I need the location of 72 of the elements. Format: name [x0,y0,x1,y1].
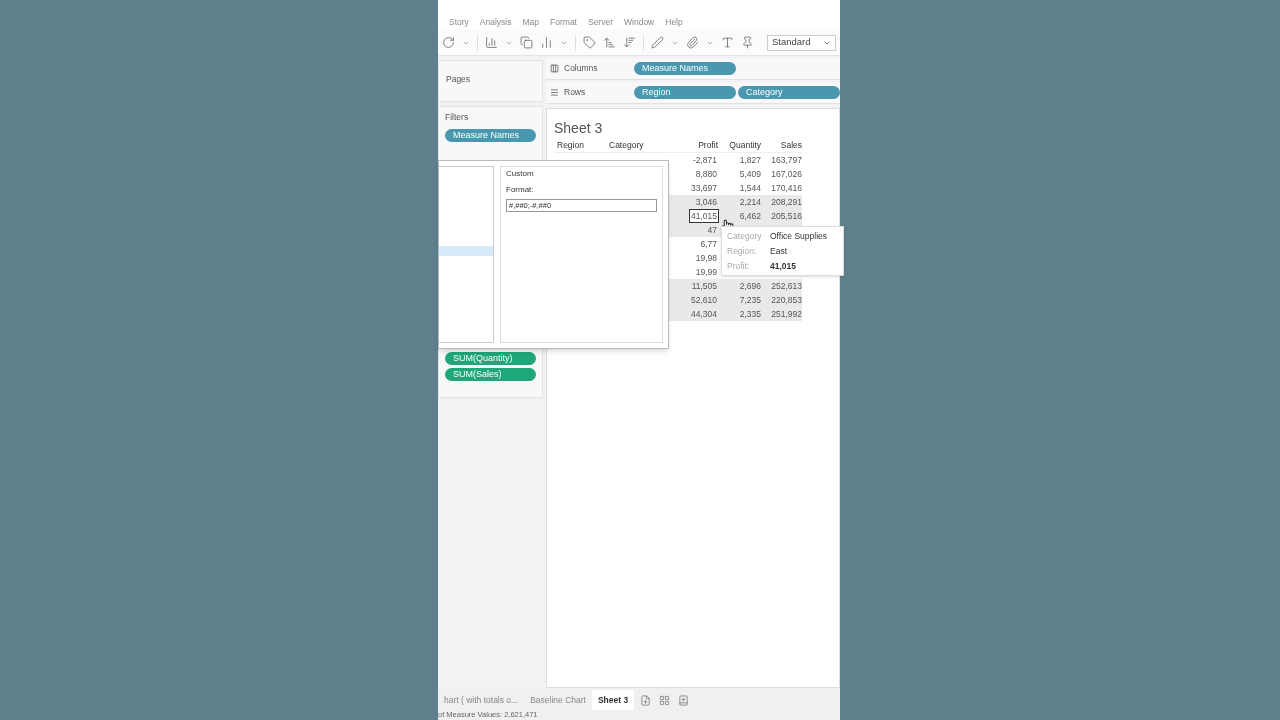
shelf-label: Columns [564,62,598,75]
table-cell[interactable]: 11,505 [689,278,719,294]
table-cell: 1,827 [739,154,761,165]
table-cell[interactable]: 19,98 [693,250,719,266]
tooltip-value: 41,015 [770,259,796,273]
refresh-icon[interactable] [442,36,455,49]
table-cell: 7,235 [739,294,761,305]
field-label: Format: [506,184,535,196]
tooltip-value: Office Supplies [770,230,827,243]
menu-item[interactable]: Story [449,15,469,29]
duplicate-icon[interactable] [520,36,533,49]
tooltip-label: Category [727,230,763,243]
menu-item[interactable]: Help [665,15,683,29]
shelf-label: Rows [564,86,586,99]
new-sheet-icon[interactable] [640,694,652,706]
pen-icon[interactable] [650,36,664,49]
menu-item[interactable]: Format [550,15,577,29]
table-cell: 167,026 [771,168,802,179]
table-cell: 163,797 [771,154,802,165]
menu-item[interactable]: Analysis [479,15,512,29]
view-mode-dropdown[interactable]: Standard [766,34,836,51]
table-cell[interactable]: 52,610 [689,292,719,308]
columns-icon [550,64,559,73]
column-header: Sales [779,139,802,152]
sheet-tab[interactable]: Sheet 3 [591,690,635,710]
table-cell[interactable]: -2,871 [690,152,719,168]
sheet-tab[interactable]: hart ( with totals o... [438,690,525,710]
rows-icon [550,88,559,97]
sort-descending-icon[interactable] [622,36,636,49]
column-header: Region [556,139,585,152]
table-cell: 208,291 [771,196,802,207]
table-cell: 2,335 [739,308,761,319]
format-list[interactable] [439,166,494,343]
table-cell: 1,544 [739,182,761,193]
column-header: Category [609,139,645,152]
menu-item[interactable]: Window [624,15,655,29]
table-cell: 2,214 [739,196,761,207]
table-cell: 205,516 [771,210,802,221]
new-chart-icon[interactable] [485,36,498,49]
table-cell[interactable]: 47 [705,222,719,238]
table-cell: 251,992 [771,308,802,319]
table-cell: 220,853 [771,294,802,305]
tooltip-label: Profit: [727,259,751,273]
menu-item[interactable]: Map [522,15,540,29]
clear-chart-icon[interactable] [540,36,553,49]
table-cell: 6,462 [739,210,761,221]
table-cell: 2,696 [739,280,761,291]
menu-item[interactable]: Server [587,15,613,29]
tooltip-value: East [770,244,787,258]
new-story-icon[interactable] [678,694,690,706]
table-cell[interactable]: 44,304 [689,306,719,322]
table-cell: 170,416 [771,182,802,193]
table-cell[interactable]: 19,99 [693,264,719,280]
table-cell[interactable]: 33,697 [689,180,719,196]
column-header: Quantity [728,139,761,152]
tag-icon[interactable] [582,36,596,49]
sheet-title: Sheet 3 [554,119,604,138]
new-dashboard-icon[interactable] [659,694,671,706]
table-cell[interactable]: 3,046 [693,194,719,210]
paperclip-icon[interactable] [685,36,699,49]
sort-ascending-icon[interactable] [602,36,616,49]
panel-title: Filters [445,111,470,124]
panel-title: Pages [446,74,471,84]
tooltip-label: Region: [727,244,758,258]
text-icon[interactable] [720,36,734,49]
table-cell: 5,409 [739,168,761,179]
table-cell[interactable]: 8,880 [693,166,719,182]
column-header: Profit [697,139,719,152]
table-cell[interactable]: 6,77 [698,236,719,252]
group-title: Custom [506,168,535,180]
table-cell: 252,613 [771,280,802,291]
pin-icon[interactable] [740,36,754,49]
